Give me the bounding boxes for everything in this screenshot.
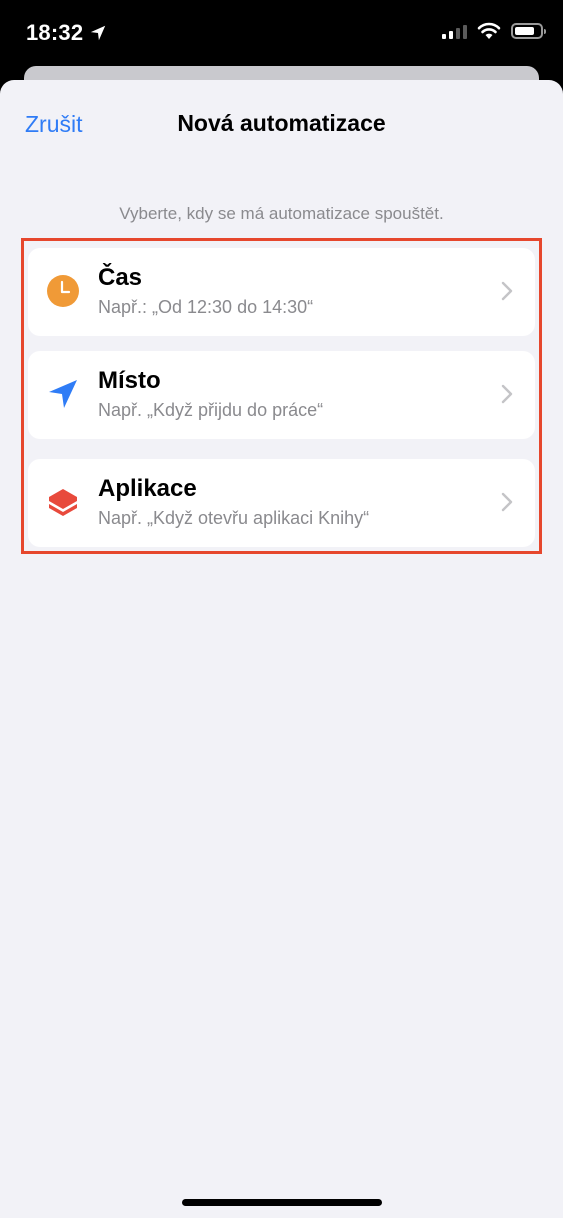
battery-icon <box>511 23 546 39</box>
app-layers-icon <box>49 489 77 516</box>
status-bar: 18:32 <box>0 0 563 70</box>
option-title: Čas <box>98 264 143 291</box>
option-location[interactable]: Místo Např. „Když přijdu do práce“ <box>28 351 535 439</box>
option-subtitle: Např. „Když přijdu do práce“ <box>98 400 324 420</box>
home-indicator[interactable] <box>182 1199 382 1206</box>
chevron-right-icon <box>501 281 513 301</box>
option-time[interactable]: Čas Např.: „Od 12:30 do 14:30“ <box>28 248 535 336</box>
location-arrow-icon <box>49 380 77 408</box>
option-subtitle: Např. „Když otevřu aplikaci Knihy“ <box>98 508 370 528</box>
status-time: 18:32 <box>26 20 84 45</box>
chevron-right-icon <box>501 384 513 404</box>
option-app[interactable]: Aplikace Např. „Když otevřu aplikaci Kni… <box>28 459 535 547</box>
status-indicators <box>442 22 546 40</box>
option-title: Aplikace <box>98 475 197 502</box>
wifi-icon <box>477 22 501 39</box>
location-services-icon <box>91 25 106 41</box>
option-title: Místo <box>98 367 161 394</box>
new-automation-sheet: Zrušit Nová automatizace Vyberte, kdy se… <box>0 80 563 1218</box>
option-subtitle: Např.: „Od 12:30 do 14:30“ <box>98 297 314 317</box>
chevron-right-icon <box>501 492 513 512</box>
cellular-signal-icon <box>442 23 467 39</box>
battery-level <box>515 27 534 35</box>
section-hint: Vyberte, kdy se má automatizace spouštět… <box>119 204 444 223</box>
page-title: Nová automatizace <box>177 110 386 136</box>
status-time-group: 18:32 <box>26 20 107 46</box>
clock-icon <box>47 275 79 307</box>
